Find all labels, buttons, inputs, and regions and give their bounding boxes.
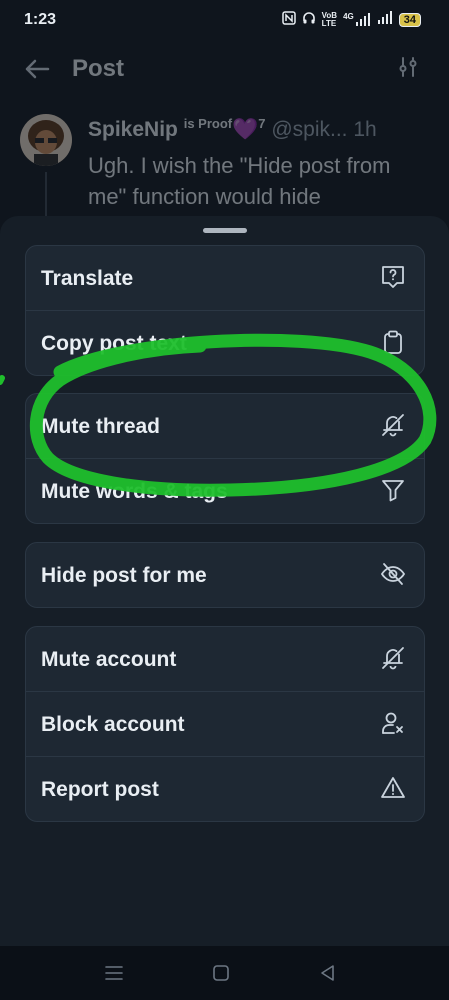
menu-item-mute-account[interactable]: Mute account xyxy=(26,627,424,692)
back-arrow-icon[interactable] xyxy=(22,54,52,84)
post: SpikeNip is Proof💜7 @spik... 1h Ugh. I w… xyxy=(0,110,449,220)
menu-group-translate: Translate Copy post text xyxy=(25,245,425,376)
system-nav-bar xyxy=(0,946,449,1000)
translate-icon xyxy=(380,264,406,290)
heart-emoji-icon: 💜 xyxy=(232,118,259,141)
menu-item-hide-post-for-me[interactable]: Hide post for me xyxy=(26,543,424,607)
volte-indicator: VoB LTE xyxy=(321,10,338,28)
filter-icon xyxy=(380,477,406,503)
menu-item-mute-thread[interactable]: Mute thread xyxy=(26,394,424,459)
status-icons: VoB LTE 4G 34 xyxy=(281,10,421,28)
bell-off-icon xyxy=(380,645,406,671)
recents-icon[interactable] xyxy=(103,962,125,984)
menu-group-mute-thread: Mute thread Mute words & tags xyxy=(25,393,425,524)
eye-off-icon xyxy=(380,561,406,587)
menu-group-account: Mute account Block account Report post xyxy=(25,626,425,822)
back-nav-icon[interactable] xyxy=(317,962,339,984)
sheet-drag-handle[interactable] xyxy=(203,228,247,233)
post-options-sheet: Translate Copy post text Mute thread Mut… xyxy=(0,216,449,946)
headphones-icon xyxy=(302,11,316,28)
bell-off-icon xyxy=(380,412,406,438)
person-x-icon xyxy=(380,710,406,736)
menu-item-mute-words-tags[interactable]: Mute words & tags xyxy=(26,459,424,523)
menu-item-translate[interactable]: Translate xyxy=(26,246,424,311)
settings-sliders-icon[interactable] xyxy=(397,56,419,78)
home-icon[interactable] xyxy=(210,962,232,984)
post-handle: @spik... xyxy=(271,118,348,141)
signal-icon: 4G xyxy=(343,12,371,27)
clipboard-icon xyxy=(380,329,406,355)
status-bar: 1:23 VoB LTE 4G 34 xyxy=(0,0,449,40)
menu-group-hide-post: Hide post for me xyxy=(25,542,425,608)
battery-icon: 34 xyxy=(398,12,421,27)
signal-icon-2 xyxy=(377,11,393,28)
post-author[interactable]: SpikeNip xyxy=(88,118,178,141)
menu-item-report-post[interactable]: Report post xyxy=(26,757,424,821)
top-bar: Post xyxy=(0,40,449,98)
post-author-row: SpikeNip is Proof💜7 @spik... 1h xyxy=(88,116,377,141)
warning-icon xyxy=(380,775,406,801)
menu-item-block-account[interactable]: Block account xyxy=(26,692,424,757)
nfc-icon xyxy=(281,11,296,28)
menu-item-copy-post-text[interactable]: Copy post text xyxy=(26,311,424,375)
post-time: 1h xyxy=(353,118,377,141)
avatar[interactable] xyxy=(20,114,72,166)
post-text: Ugh. I wish the "Hide post from me" func… xyxy=(88,153,391,209)
thread-line xyxy=(45,172,47,220)
page-title: Post xyxy=(72,55,125,82)
status-time: 1:23 xyxy=(24,11,57,28)
